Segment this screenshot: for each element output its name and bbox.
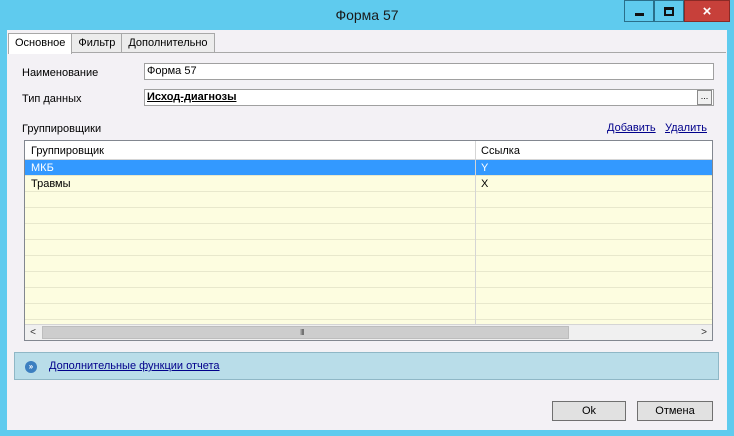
minimize-button[interactable] bbox=[624, 0, 654, 22]
groupers-table[interactable]: Группировщик Ссылка МКБ Y Травмы X < III… bbox=[24, 140, 713, 341]
maximize-icon bbox=[664, 6, 674, 16]
tab-strip: Основное Фильтр Дополнительно bbox=[8, 33, 215, 54]
column-divider bbox=[475, 141, 476, 324]
cell-ref: Y bbox=[481, 162, 489, 174]
datatype-field[interactable]: Исход-диагнозы bbox=[144, 89, 714, 106]
scroll-left-icon[interactable]: < bbox=[25, 325, 41, 340]
empty-row bbox=[25, 240, 712, 256]
scroll-right-icon[interactable]: > bbox=[696, 325, 712, 340]
table-row[interactable]: Травмы X bbox=[25, 176, 712, 192]
empty-row bbox=[25, 192, 712, 208]
expand-chevron-icon[interactable]: » bbox=[25, 361, 37, 373]
table-row[interactable]: МКБ Y bbox=[25, 160, 712, 176]
close-icon: × bbox=[702, 2, 712, 20]
datatype-label: Тип данных bbox=[22, 93, 82, 105]
column-header-ref[interactable]: Ссылка bbox=[481, 145, 520, 157]
column-header-grouper[interactable]: Группировщик bbox=[31, 145, 104, 157]
empty-row bbox=[25, 288, 712, 304]
empty-row bbox=[25, 208, 712, 224]
delete-link[interactable]: Удалить bbox=[665, 122, 707, 134]
tab-additional[interactable]: Дополнительно bbox=[121, 33, 215, 53]
ok-button[interactable]: Ok bbox=[552, 401, 626, 421]
table-header: Группировщик Ссылка bbox=[25, 141, 712, 160]
empty-row bbox=[25, 224, 712, 240]
extra-functions-panel: » Дополнительные функции отчета bbox=[14, 352, 719, 380]
minimize-icon bbox=[634, 12, 644, 16]
empty-row bbox=[25, 272, 712, 288]
empty-row bbox=[25, 256, 712, 272]
extra-functions-link[interactable]: Дополнительные функции отчета bbox=[49, 360, 220, 372]
horizontal-scrollbar[interactable]: < III > bbox=[25, 324, 712, 340]
add-link[interactable]: Добавить bbox=[607, 122, 656, 134]
cancel-button[interactable]: Отмена bbox=[637, 401, 713, 421]
close-button[interactable]: × bbox=[684, 0, 730, 22]
grip-icon: III bbox=[300, 328, 305, 337]
cell-grouper: Травмы bbox=[31, 178, 71, 190]
tab-main[interactable]: Основное bbox=[8, 33, 73, 54]
datatype-browse-button[interactable]: ... bbox=[697, 90, 712, 105]
title-bar: Форма 57 × bbox=[0, 0, 734, 30]
tab-filter[interactable]: Фильтр bbox=[71, 33, 123, 53]
empty-row bbox=[25, 304, 712, 320]
cell-grouper: МКБ bbox=[31, 162, 54, 174]
name-field[interactable]: Форма 57 bbox=[144, 63, 714, 80]
name-label: Наименование bbox=[22, 67, 99, 79]
cell-ref: X bbox=[481, 178, 489, 190]
groupers-label: Группировщики bbox=[22, 123, 102, 135]
maximize-button[interactable] bbox=[654, 0, 684, 22]
scrollbar-thumb[interactable]: III bbox=[42, 326, 569, 339]
tab-divider bbox=[8, 52, 726, 53]
table-body: МКБ Y Травмы X bbox=[25, 160, 712, 325]
